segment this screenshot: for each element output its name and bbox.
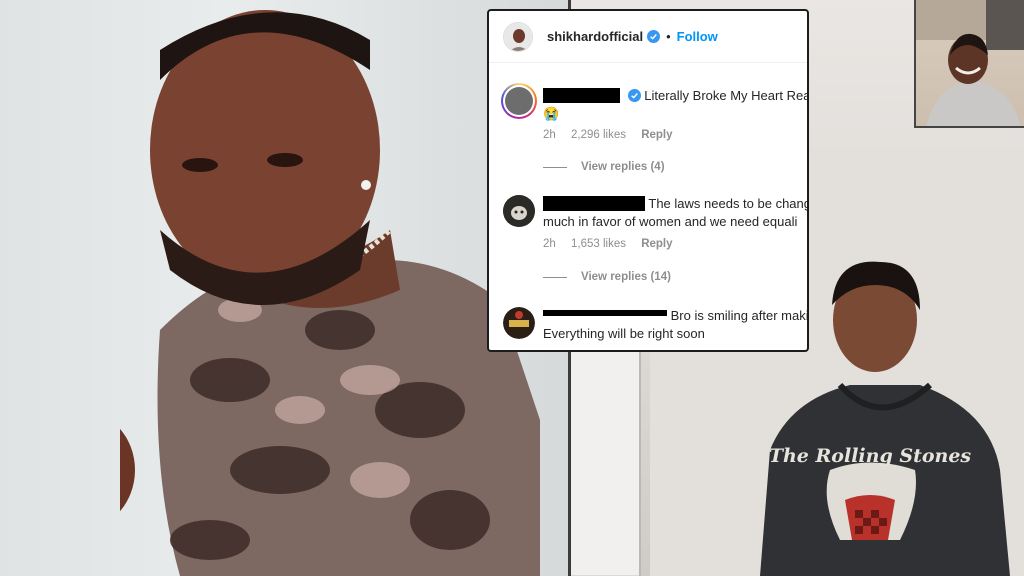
comment-2-text-line2: much in favor of women and we need equal… [543,214,798,229]
hoodie-text: The Rolling Stones [769,445,972,467]
post-header: shikhardofficial • Follow [489,11,807,63]
comment-meta: 2h 2,296 likes Reply [543,129,685,141]
comment-text: Literally Broke My Heart Read [543,87,809,105]
crying-face-emoji: 😭 [543,105,807,123]
inset-video-call [914,0,1024,128]
comment-3-text-line2: Everything will be right soon [543,326,705,341]
comment-likes[interactable]: 1,653 likes [571,238,626,250]
left-photo-man [0,0,570,576]
view-replies-button[interactable]: View replies (14) [543,271,671,283]
view-replies-button[interactable]: View replies (4) [543,161,665,173]
view-replies-label: View replies (4) [581,161,665,173]
instagram-comments-card: shikhardofficial • Follow Literally Brok… [487,9,809,352]
replies-line [543,166,567,168]
comment-3-text: Bro is smiling after maki [670,308,809,323]
comment-2-line2: much in favor of women and we need equal… [543,213,807,231]
redacted-username [543,88,620,103]
separator-dot: • [666,29,671,44]
comment-3-line2: Everything will be right soon [543,325,807,343]
comment-meta: 2h 1,653 likes Reply [543,238,685,250]
comment-time: 2h [543,238,556,250]
reply-button[interactable]: Reply [641,238,672,250]
man-photo [120,10,540,576]
comment-likes[interactable]: 2,296 likes [571,129,626,141]
verified-badge-icon [627,89,641,102]
post-username[interactable]: shikhardofficial [547,29,643,44]
commenter-avatar[interactable] [503,195,535,227]
follow-button[interactable]: Follow [677,29,718,44]
inset-man-frame [916,0,1024,126]
commenter-avatar[interactable] [501,83,537,119]
commenter-avatar[interactable] [503,307,535,339]
comment-1-text: Literally Broke My Heart Read [644,88,809,103]
verified-badge-icon [647,30,661,43]
comment-1-emoji: 😭 [543,106,560,121]
view-replies-label: View replies (14) [581,271,671,283]
profile-avatar[interactable] [503,21,533,52]
comment-text: Bro is smiling after maki [543,307,809,325]
comment-text: The laws needs to be chang [543,195,809,213]
rolling-stones-logo [826,462,916,540]
comment-2-text: The laws needs to be chang [648,196,809,211]
replies-line [543,276,567,278]
redacted-username [543,196,645,211]
redacted-username [543,310,667,316]
reply-button[interactable]: Reply [641,129,672,141]
comment-time: 2h [543,129,556,141]
